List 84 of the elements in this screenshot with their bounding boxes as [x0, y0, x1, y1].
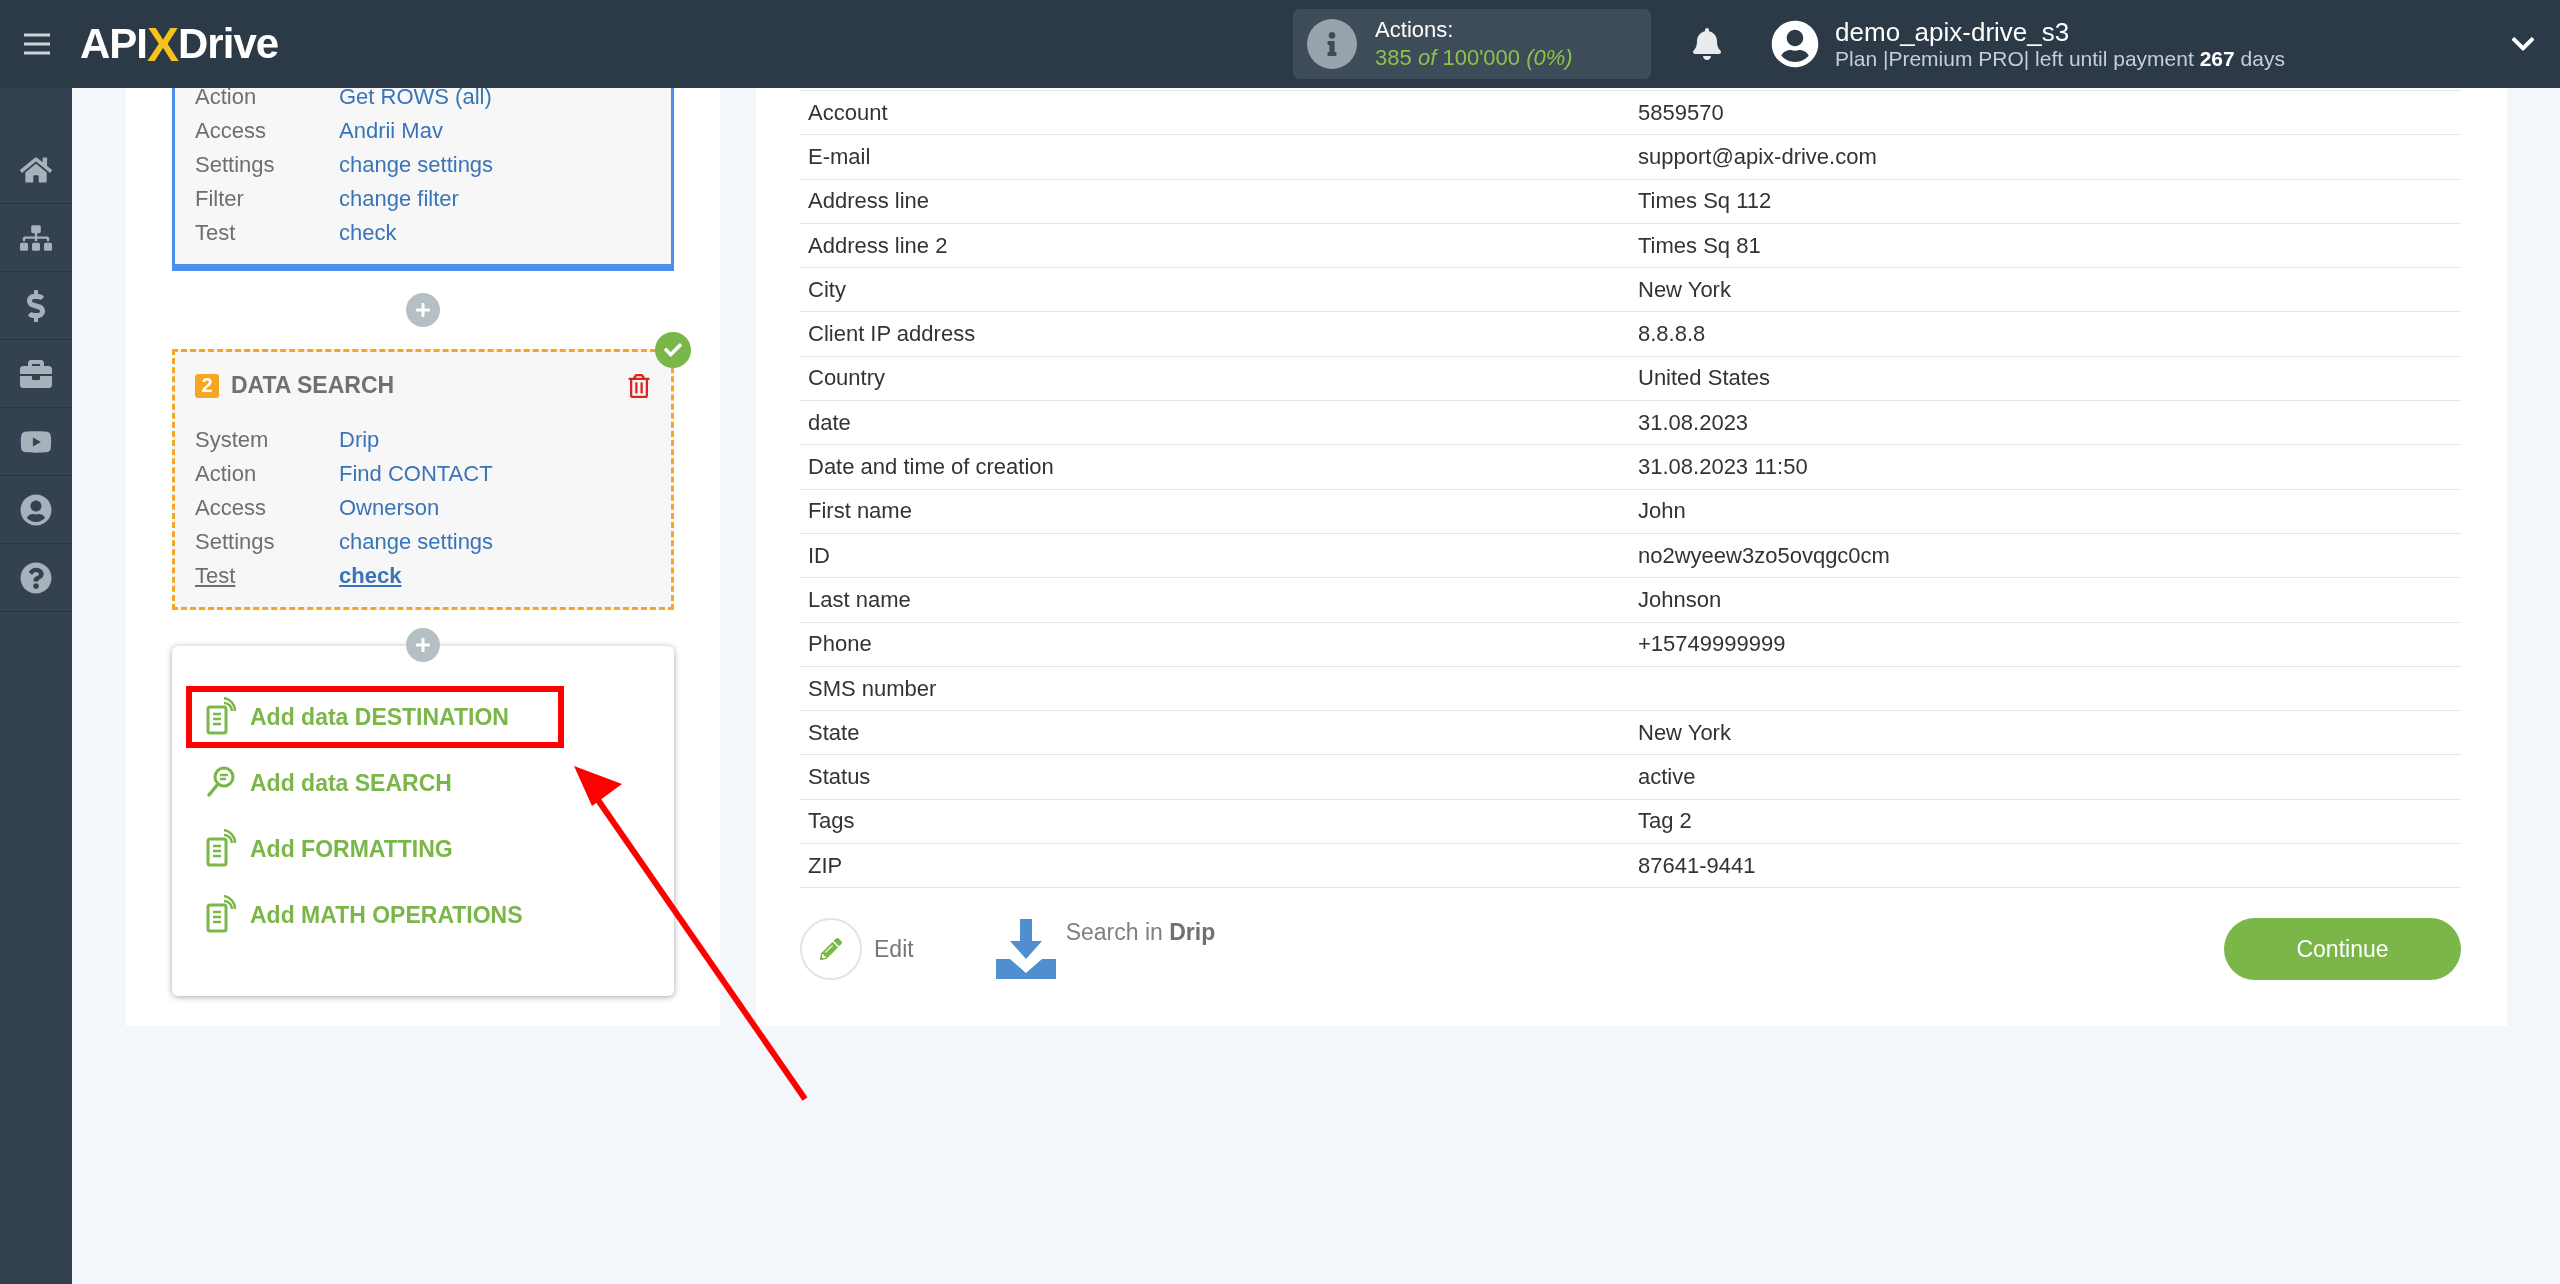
briefcase-icon[interactable]	[20, 357, 52, 390]
step-field-label: Action	[195, 88, 258, 110]
field-value: Times Sq 81	[1638, 232, 1761, 259]
add-menu-item[interactable]: Add MATH OPERATIONS	[186, 884, 660, 946]
field-name: Date and time of creation	[808, 454, 1055, 480]
field-name: Account	[808, 99, 889, 126]
step-field-label: Test	[195, 220, 237, 246]
bell-icon[interactable]	[1691, 28, 1724, 60]
info-icon	[1307, 19, 1358, 69]
field-name: Phone	[808, 631, 873, 658]
logo[interactable]: APIXDrive	[80, 16, 279, 72]
step-field-link[interactable]: Find CONTACT	[339, 461, 493, 487]
step-field-label: System	[195, 427, 270, 453]
step-field-label: Settings	[195, 152, 276, 178]
add-menu-item[interactable]: Add FORMATTING	[186, 818, 660, 880]
field-name: Address line 2	[808, 232, 949, 259]
step-field-link[interactable]: Get ROWS (all)	[339, 88, 492, 110]
field-name: Client IP address	[808, 321, 977, 348]
document-signal-icon	[206, 895, 236, 935]
plus-icon	[415, 302, 431, 318]
step-field-label: Action	[195, 461, 258, 487]
field-name: State	[808, 719, 861, 746]
document-signal-icon	[206, 829, 236, 869]
step-field-link[interactable]: Ownerson	[339, 495, 440, 521]
step-field-link[interactable]: check	[339, 563, 402, 589]
field-value: United States	[1638, 365, 1771, 392]
field-name: E-mail	[808, 143, 872, 170]
step-field-link[interactable]: Drip	[339, 427, 380, 453]
user-name: demo_apix-drive_s3	[1835, 17, 2071, 47]
field-name: ZIP	[808, 852, 844, 879]
document-signal-icon	[206, 697, 236, 737]
field-name: ID	[808, 542, 831, 569]
field-value: support@apix-drive.com	[1638, 143, 1877, 170]
field-value: active	[1638, 764, 1696, 791]
user-icon[interactable]	[20, 493, 52, 526]
field-name: Country	[808, 365, 887, 392]
field-value: John	[1638, 498, 1686, 525]
field-value: Tag 2	[1638, 808, 1692, 835]
field-value: 31.08.2023 11:50	[1638, 454, 1808, 480]
search-in-button[interactable]: Search in Drip	[995, 919, 1216, 980]
field-value: 5859570	[1638, 99, 1724, 126]
field-name: SMS number	[808, 675, 938, 702]
step-field-label: Access	[195, 118, 267, 144]
field-name: date	[808, 409, 852, 436]
step-field-link[interactable]: change settings	[339, 529, 494, 555]
add-menu-item[interactable]: Add data SEARCH	[186, 752, 660, 814]
step-number: 2	[195, 373, 219, 398]
step-field-label: Filter	[195, 186, 245, 212]
pencil-icon	[800, 918, 862, 981]
field-value: Times Sq 112	[1638, 188, 1772, 215]
trash-icon[interactable]	[627, 373, 651, 398]
step-field-link[interactable]: change settings	[339, 152, 494, 178]
step-field-label: Access	[195, 495, 267, 521]
edit-button[interactable]: Edit	[800, 918, 914, 981]
field-value: +15749999999	[1638, 631, 1786, 658]
step-title: DATA SEARCH	[231, 372, 395, 399]
step-field-link[interactable]: Andrii Mav	[339, 118, 443, 144]
actions-label: Actions:	[1375, 16, 1455, 44]
field-value: 87641-9441	[1638, 852, 1756, 879]
add-menu-item[interactable]: Add data DESTINATION	[186, 686, 564, 748]
help-icon[interactable]	[20, 561, 52, 594]
field-name: City	[808, 276, 847, 303]
field-name: Tags	[808, 808, 856, 835]
field-value: 31.08.2023	[1638, 409, 1749, 436]
avatar-icon[interactable]	[1771, 20, 1820, 68]
field-name: Last name	[808, 586, 912, 613]
field-value: Johnson	[1638, 586, 1722, 613]
field-value: no2wyeew3zo5ovqgc0cm	[1638, 542, 1890, 569]
step-field-link[interactable]: check	[339, 220, 397, 246]
field-name: First name	[808, 498, 913, 525]
plan-info: Plan |Premium PRO| left until payment 267 days	[1835, 47, 2285, 71]
field-value: New York	[1638, 276, 1731, 303]
plus-icon	[415, 637, 431, 653]
continue-button[interactable]: Continue	[2224, 918, 2461, 981]
step-field-link[interactable]: change filter	[339, 186, 459, 212]
actions-usage: 385 of 100'000 (0%)	[1375, 44, 1573, 72]
menu-icon[interactable]	[24, 33, 50, 55]
field-value: New York	[1638, 719, 1731, 746]
field-name: Address line	[808, 188, 931, 215]
step-field-label: Settings	[195, 529, 276, 555]
download-icon	[995, 919, 1056, 980]
field-name: Status	[808, 764, 872, 791]
field-value: 8.8.8.8	[1638, 321, 1706, 348]
step-field-label: Test	[195, 563, 237, 589]
